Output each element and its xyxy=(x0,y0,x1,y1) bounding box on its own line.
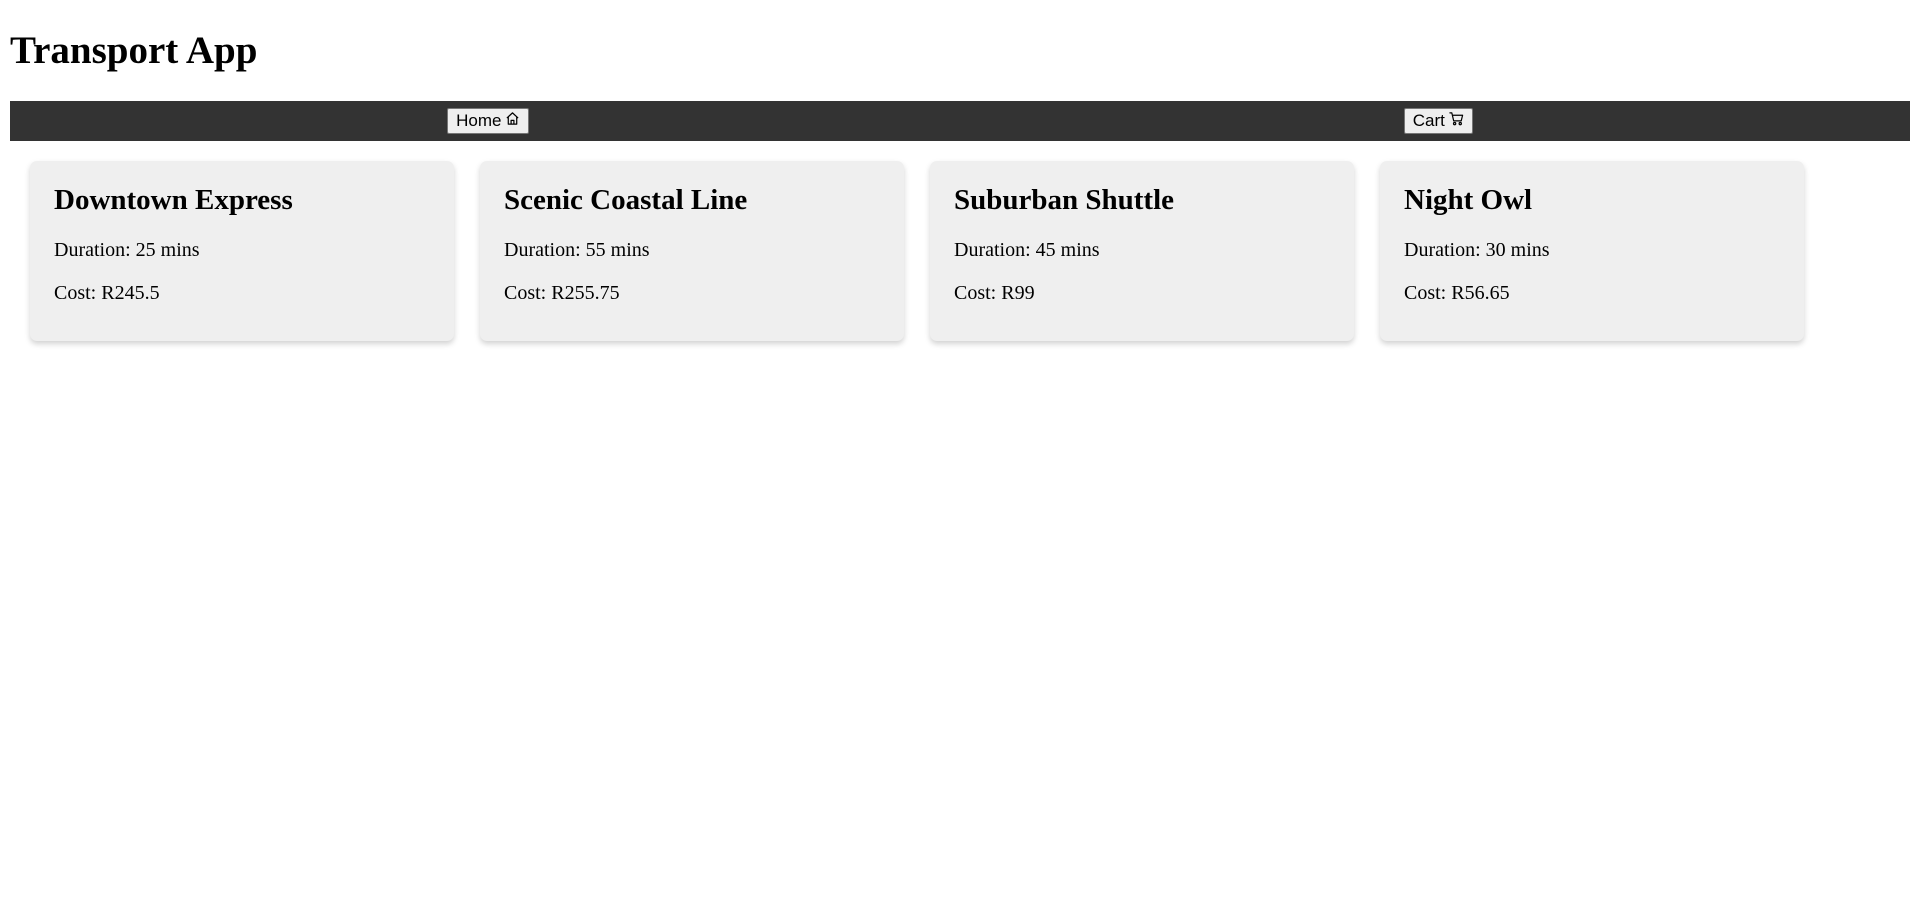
route-card-list: Downtown Express Duration: 25 mins Cost:… xyxy=(10,141,1910,341)
home-button[interactable]: Home xyxy=(447,108,530,134)
home-button-label: Home xyxy=(456,111,502,130)
route-name: Night Owl xyxy=(1404,184,1533,216)
route-duration: Duration: 25 mins xyxy=(54,239,200,261)
route-name: Downtown Express xyxy=(54,184,293,216)
navbar: Home Cart xyxy=(10,101,1910,141)
route-duration: Duration: 55 mins xyxy=(504,239,650,261)
route-card: Suburban Shuttle Duration: 45 mins Cost:… xyxy=(930,161,1354,341)
cart-icon xyxy=(1449,112,1464,126)
route-cost: Cost: R56.65 xyxy=(1404,282,1510,304)
route-duration: Duration: 30 mins xyxy=(1404,239,1550,261)
route-name: Suburban Shuttle xyxy=(954,184,1175,216)
cart-button-label: Cart xyxy=(1412,111,1445,130)
route-card: Scenic Coastal Line Duration: 55 mins Co… xyxy=(480,161,904,341)
route-card: Downtown Express Duration: 25 mins Cost:… xyxy=(30,161,454,341)
route-cost: Cost: R255.75 xyxy=(504,282,620,304)
page-title: Transport App xyxy=(10,29,258,72)
route-cost: Cost: R99 xyxy=(954,282,1035,304)
cart-button[interactable]: Cart xyxy=(1403,108,1473,134)
home-icon xyxy=(505,112,520,126)
route-cost: Cost: R245.5 xyxy=(54,282,160,304)
route-duration: Duration: 45 mins xyxy=(954,239,1100,261)
app-container: Transport App Home Cart Downtown Express… xyxy=(0,0,1920,341)
route-card: Night Owl Duration: 30 mins Cost: R56.65 xyxy=(1380,161,1804,341)
route-name: Scenic Coastal Line xyxy=(504,184,748,216)
